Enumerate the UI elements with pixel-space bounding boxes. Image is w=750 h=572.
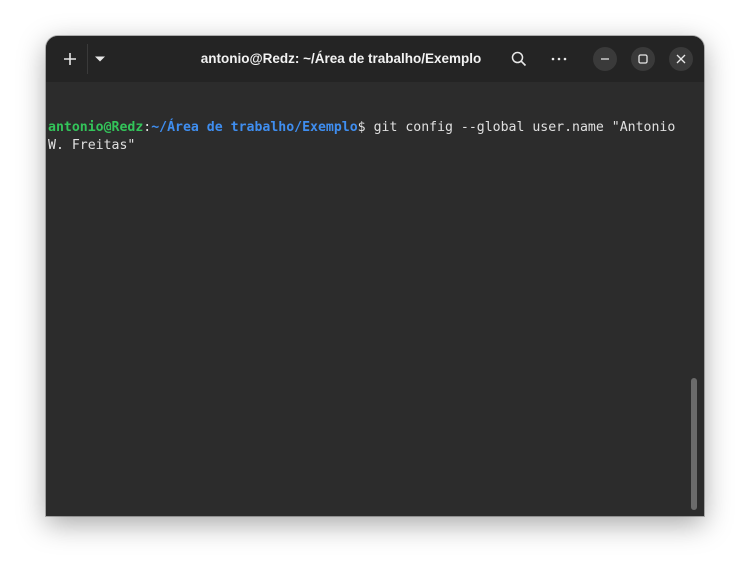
- more-horizontal-icon: [551, 57, 567, 61]
- command-line: antonio@Redz:~/Área de trabalho/Exemplo$…: [48, 118, 690, 155]
- search-button[interactable]: [505, 45, 533, 73]
- search-icon: [511, 51, 527, 67]
- prompt-symbol: $: [357, 120, 374, 135]
- minimize-icon: [601, 58, 609, 60]
- minimize-button[interactable]: [593, 47, 617, 71]
- prompt-path: ~/Área de trabalho/Exemplo: [151, 120, 358, 135]
- scrollbar[interactable]: [691, 378, 697, 510]
- menu-button[interactable]: [545, 45, 573, 73]
- tab-separator: [87, 44, 88, 74]
- tab-menu-button[interactable]: [90, 45, 110, 73]
- terminal-window: antonio@Redz: ~/Área de trabalho/Exemplo: [46, 36, 704, 516]
- close-button[interactable]: [669, 47, 693, 71]
- prompt-user-host: antonio@Redz: [48, 120, 144, 135]
- new-tab-button[interactable]: [56, 45, 84, 73]
- maximize-icon: [638, 54, 648, 64]
- plus-icon: [64, 53, 76, 65]
- maximize-button[interactable]: [631, 47, 655, 71]
- window-title: antonio@Redz: ~/Área de trabalho/Exemplo: [200, 51, 482, 66]
- terminal-output[interactable]: antonio@Redz:~/Área de trabalho/Exemplo$…: [46, 82, 690, 516]
- close-icon: [676, 54, 686, 64]
- chevron-down-icon: [95, 56, 105, 62]
- title-bar[interactable]: antonio@Redz: ~/Área de trabalho/Exemplo: [46, 36, 704, 82]
